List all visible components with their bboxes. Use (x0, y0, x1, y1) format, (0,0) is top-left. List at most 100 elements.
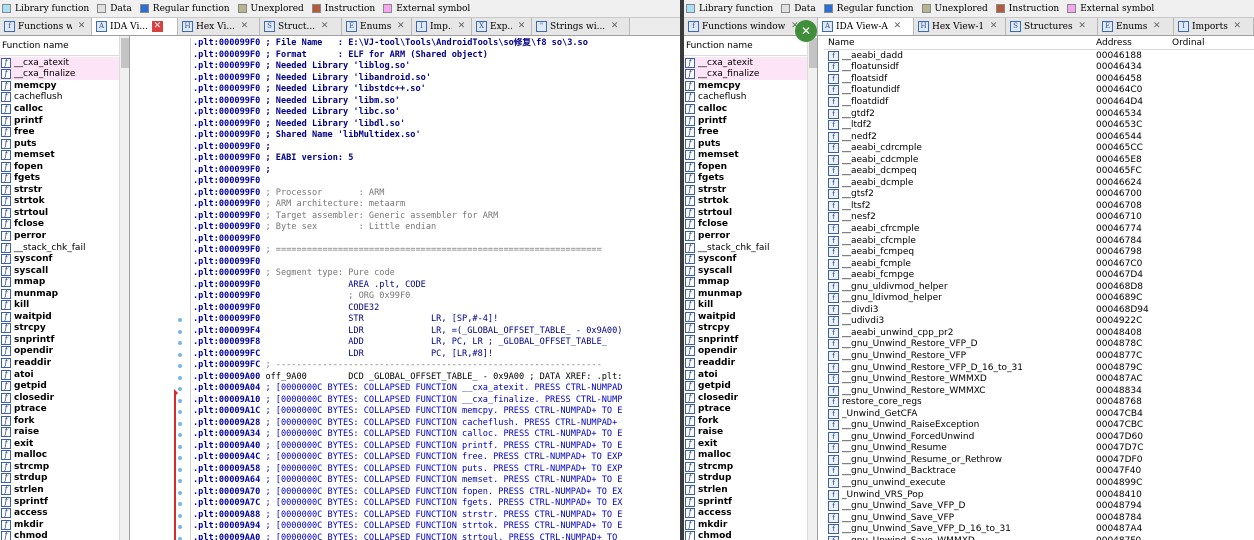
import-row[interactable]: f __aeabi_fcmpeq 00046798 (824, 246, 1254, 258)
tab-close-icon[interactable]: ✕ (892, 21, 903, 32)
function-row[interactable]: f puts (0, 137, 119, 150)
function-row[interactable]: f readdir (0, 357, 119, 369)
function-row[interactable]: f kill (0, 299, 119, 312)
disasm-line[interactable]: .plt:00009A64 ; [0000000C BYTES: COLLAPS… (191, 475, 680, 487)
tab-structures[interactable]: S Structures ✕ (1006, 18, 1098, 35)
breakpoint-dot[interactable] (178, 410, 182, 414)
disasm-line[interactable]: .plt:000099F0 ; (191, 165, 680, 177)
function-row[interactable]: f strtoul (0, 207, 119, 219)
breakpoint-dot[interactable] (178, 502, 182, 506)
disasm-line[interactable]: .plt:00009A34 ; [0000000C BYTES: COLLAPS… (191, 429, 680, 441)
function-row[interactable]: f raise (0, 426, 119, 439)
tab-imports[interactable]: I Imports ✕ (1174, 18, 1254, 35)
import-row[interactable]: f __floatundidf 000464C0 (824, 85, 1254, 97)
disasm-line[interactable]: .plt:000099F0 ; Needed Library 'libc.so' (191, 107, 680, 119)
function-row[interactable]: f fgets (684, 172, 807, 185)
import-row[interactable]: f __gnu_Unwind_Restore_VFP 0004877C (824, 350, 1254, 362)
import-row[interactable]: f __gnu_Unwind_ForcedUnwind 00047D60 (824, 431, 1254, 443)
disasm-line[interactable]: .plt:000099F0 (191, 257, 680, 269)
breakpoint-dot[interactable] (178, 479, 182, 483)
tab-close-icon[interactable]: ✕ (319, 21, 330, 32)
import-row[interactable]: f __gnu_Unwind_Save_VFP 00048784 (824, 512, 1254, 524)
function-row[interactable]: f mmap (684, 276, 807, 288)
function-row[interactable]: f closedir (684, 391, 807, 404)
disasm-line[interactable]: .plt:000099F0 ; Processor : ARM (191, 188, 680, 200)
function-row[interactable]: f chmod (684, 530, 807, 540)
import-row[interactable]: f __ltsf2 00046708 (824, 200, 1254, 212)
function-row[interactable]: f __stack_chk_fail (0, 241, 119, 254)
function-row[interactable]: f strdup (0, 472, 119, 485)
function-row[interactable]: f access (0, 507, 119, 519)
import-row[interactable]: f __floatdidf 000464D4 (824, 96, 1254, 108)
breakpoint-dot[interactable] (178, 444, 182, 449)
import-row[interactable]: f _Unwind_GetCFA 00047CB4 (824, 408, 1254, 420)
disasm-line[interactable]: .plt:000099F0 ; Byte sex : Little endian (191, 222, 680, 234)
tab-imp[interactable]: IImp... ✕ (412, 18, 472, 35)
function-row[interactable]: f fgets (0, 172, 119, 185)
disasm-line[interactable]: .plt:00009A70 ; [0000000C BYTES: COLLAPS… (191, 487, 680, 499)
disasm-line[interactable]: .plt:00009A94 ; [0000000C BYTES: COLLAPS… (191, 521, 680, 533)
disasm-line[interactable]: .plt:00009A88 ; [0000000C BYTES: COLLAPS… (191, 510, 680, 522)
breakpoint-dot[interactable] (178, 352, 182, 357)
breakpoint-dot[interactable] (178, 467, 182, 472)
disasm-line[interactable]: .plt:00009A04 ; [0000000C BYTES: COLLAPS… (191, 383, 680, 395)
import-row[interactable]: f __aeabi_cdcmple 000465E8 (824, 154, 1254, 166)
function-row[interactable]: f strstr (684, 184, 807, 196)
disasm-line[interactable]: .plt:000099F0 STR LR, [SP,#-4]! (191, 314, 680, 326)
function-row[interactable]: f __cxa_atexit (0, 57, 119, 69)
breakpoint-dot[interactable] (178, 433, 182, 437)
breakpoint-dot[interactable] (178, 387, 182, 391)
import-row[interactable]: f __aeabi_dadd 00046188 (824, 50, 1254, 62)
import-row[interactable]: f __gnu_Unwind_Resume 00047D7C (824, 443, 1254, 455)
breakpoint-dot[interactable] (178, 421, 182, 426)
tab-close-icon[interactable]: ✕ (456, 21, 467, 32)
import-row[interactable]: f __aeabi_fcmple 000467C0 (824, 258, 1254, 270)
import-row[interactable]: f __gnu_Unwind_Restore_WMMXD 000487AC (824, 373, 1254, 385)
function-row[interactable]: f malloc (684, 449, 807, 462)
import-row[interactable]: f __divdi3 000468D94 (824, 304, 1254, 316)
function-row[interactable]: f __stack_chk_fail (684, 241, 807, 254)
import-row[interactable]: f __gnu_Unwind_Restore_WMMXC 00048834 (824, 385, 1254, 397)
function-row[interactable]: f fork (0, 414, 119, 427)
breakpoint-dot[interactable] (178, 536, 182, 540)
disasm-line[interactable]: .plt:000099F4 LDR LR, =(_GLOBAL_OFFSET_T… (191, 326, 680, 338)
import-row[interactable]: f __aeabi_unwind_cpp_pr2 00048408 (824, 327, 1254, 339)
import-row[interactable]: f __aeabi_dcmple 00046624 (824, 177, 1254, 189)
function-row[interactable]: f strlen (0, 484, 119, 496)
import-row[interactable]: f __gnu_Unwind_Backtrace 00047F40 (824, 466, 1254, 478)
disasm-line[interactable]: .plt:000099F0 ; ORG 0x99F0 (191, 291, 680, 303)
import-row[interactable]: f __nedf2 00046544 (824, 131, 1254, 143)
breakpoint-dot[interactable] (178, 513, 182, 518)
function-row[interactable]: f sysconf (684, 253, 807, 265)
function-row[interactable]: f cacheflush (0, 91, 119, 104)
import-row[interactable]: f __gtsf2 00046700 (824, 189, 1254, 201)
function-row[interactable]: f mkdir (684, 518, 807, 531)
disasm-line[interactable]: .plt:000099F0 ; Needed Library 'libandro… (191, 73, 680, 85)
import-row[interactable]: f __udivdi3 0004922C (824, 316, 1254, 328)
function-row[interactable]: f printf (684, 114, 807, 127)
function-row[interactable]: f readdir (684, 357, 807, 369)
import-row[interactable]: f __gnu_Unwind_Restore_VFP_D_16_to_31 0004… (824, 362, 1254, 374)
disasm-line[interactable]: .plt:000099F0 ; ========================… (191, 245, 680, 257)
disasm-line[interactable]: .plt:000099F0 ; Needed Library 'libdl.so… (191, 119, 680, 131)
import-row[interactable]: f __aeabi_cfrcmple 00046774 (824, 223, 1254, 235)
function-row[interactable]: f getpid (0, 380, 119, 392)
disasm-line[interactable]: .plt:00009A4C ; [0000000C BYTES: COLLAPS… (191, 452, 680, 464)
function-row[interactable]: f raise (684, 426, 807, 439)
breakpoint-dot[interactable] (178, 398, 182, 403)
function-row[interactable]: f __cxa_finalize (0, 68, 119, 81)
tab-exp[interactable]: XExp... ✕ (472, 18, 532, 35)
disasm-line[interactable]: .plt:000099F0 ; Needed Library 'libstdc+… (191, 84, 680, 96)
function-row[interactable]: f puts (684, 137, 807, 150)
import-row[interactable]: f __gnu_Unwind_RaiseException 00047CBC (824, 420, 1254, 432)
tab-close-icon[interactable]: ✕ (239, 21, 250, 32)
function-row[interactable]: f free (0, 126, 119, 138)
function-row[interactable]: f fclose (0, 218, 119, 231)
import-row[interactable]: f __ltdf2 0004653C (824, 119, 1254, 131)
import-row[interactable]: f __floatunsidf 00046434 (824, 62, 1254, 74)
close-icon[interactable]: ✕ (795, 20, 817, 42)
function-row[interactable]: f atoi (0, 368, 119, 381)
function-row[interactable]: f syscall (684, 264, 807, 277)
breakpoint-dot[interactable] (178, 375, 182, 380)
function-row[interactable]: f getpid (684, 380, 807, 392)
